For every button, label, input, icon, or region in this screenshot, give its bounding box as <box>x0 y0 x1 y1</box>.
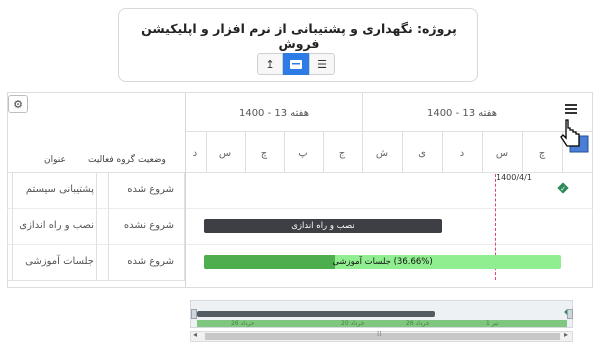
day-divider <box>245 131 246 172</box>
list-icon: ☰ <box>317 57 327 71</box>
today-label: 1400/4/1 <box>496 173 532 182</box>
export-button[interactable]: ↥ <box>257 53 283 75</box>
svg-text:✓: ✓ <box>560 185 566 193</box>
row-divider <box>7 208 593 209</box>
day-divider <box>482 131 483 172</box>
minimap-task <box>197 311 435 317</box>
day-label: س <box>218 148 232 159</box>
task-bar-label: نصب و راه اندازی <box>291 221 355 231</box>
hamburger-icon <box>565 104 577 114</box>
task-status: شروع شده <box>127 184 174 195</box>
minimap-month: خرداد 26 <box>231 320 255 327</box>
header-status: وضعیت <box>138 155 166 165</box>
project-card: پروژه: نگهداری و پشتیبانی از نرم افزار و… <box>118 8 478 82</box>
day-divider <box>206 131 207 172</box>
timeline-minimap[interactable]: خرداد 26 خرداد 20 خرداد 26 تیر 1 <box>190 300 573 328</box>
task-status: شروع نشده <box>123 220 174 231</box>
timeline-header-divider <box>186 131 592 132</box>
scroll-left-icon[interactable]: ◂ <box>193 330 197 339</box>
grid-column-line <box>184 172 185 280</box>
grid-column-line <box>96 172 97 280</box>
day-divider <box>362 131 363 172</box>
day-divider <box>402 131 403 172</box>
task-bar[interactable]: نصب و راه اندازی <box>204 219 442 233</box>
scrollbar-thumb[interactable]: ⁞⁞ <box>205 330 560 340</box>
grip-icon: ⁞⁞ <box>377 330 382 338</box>
grid-timeline-splitter[interactable] <box>185 93 186 287</box>
minimap-month: خرداد 20 <box>341 320 365 327</box>
header-group: گروه فعالیت <box>88 155 135 165</box>
day-divider <box>522 131 523 172</box>
task-bar-label: (36.66%) جلسات آموزشی <box>332 257 433 267</box>
task-title[interactable]: پشتیبانی سیستم <box>16 184 94 195</box>
minimap-month: خرداد 26 <box>406 320 430 327</box>
grid-settings-button[interactable]: ⚙ <box>8 95 28 113</box>
arrow-up-icon: ↥ <box>265 57 275 71</box>
grid-column-line <box>108 172 109 280</box>
day-label: ج <box>338 148 346 159</box>
minimap-handle-right[interactable] <box>567 309 573 319</box>
day-divider <box>323 131 324 172</box>
task-status: شروع شده <box>127 256 174 267</box>
row-divider <box>7 244 593 245</box>
task-progress-bar[interactable]: (36.66%) جلسات آموزشی <box>204 255 561 269</box>
task-title[interactable]: نصب و راه اندازی <box>16 220 94 231</box>
day-label: چ <box>260 148 268 159</box>
gantt-icon <box>290 59 302 69</box>
week-label: هفته 13 - 1400 <box>238 108 310 119</box>
grid-column-line <box>12 172 13 280</box>
scroll-right-icon[interactable]: ▸ <box>564 330 568 339</box>
list-view-button[interactable]: ☰ <box>309 53 335 75</box>
header-title: عنوان <box>44 155 66 165</box>
hand-cursor-icon <box>560 118 590 162</box>
milestone-icon[interactable]: ✓ <box>556 180 570 199</box>
day-label: چ <box>538 148 546 159</box>
horizontal-scrollbar[interactable]: ◂ ⁞⁞ ▸ <box>190 330 573 342</box>
day-divider <box>284 131 285 172</box>
day-label: ی <box>418 148 426 159</box>
minimap-handle-left[interactable] <box>191 309 197 319</box>
gear-icon: ⚙ <box>13 97 23 111</box>
minimap-month: تیر 1 <box>486 320 499 327</box>
row-divider <box>7 280 185 281</box>
day-label: س <box>495 148 509 159</box>
gantt-view-button[interactable] <box>283 53 309 75</box>
day-divider <box>442 131 443 172</box>
day-label: د <box>192 148 198 159</box>
week-label: هفته 13 - 1400 <box>426 108 498 119</box>
task-title[interactable]: جلسات آموزشی <box>16 256 94 267</box>
day-label: ش <box>375 148 389 159</box>
day-label: د <box>459 148 465 159</box>
timeline-menu-button[interactable] <box>565 99 577 118</box>
project-title: پروژه: نگهداری و پشتیبانی از نرم افزار و… <box>141 21 457 51</box>
day-label: پ <box>298 148 308 159</box>
